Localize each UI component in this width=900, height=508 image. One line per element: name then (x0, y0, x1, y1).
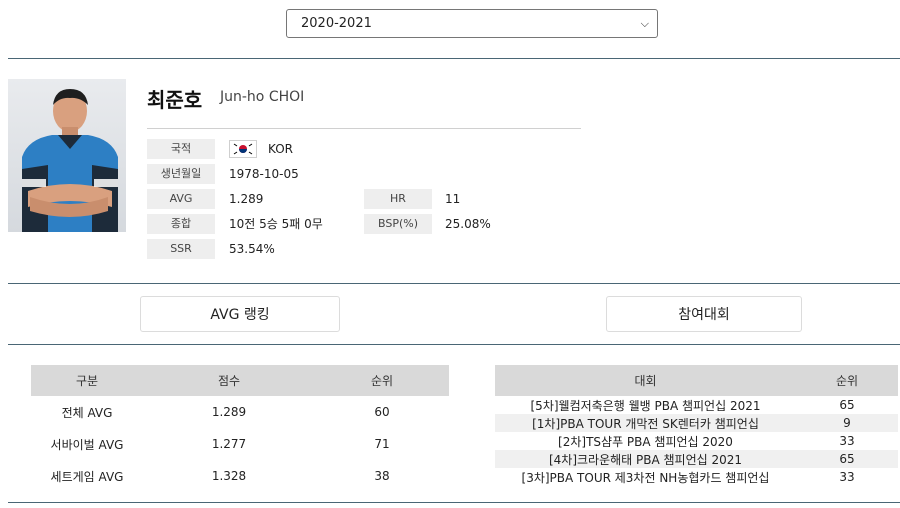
tournament-name[interactable]: [5차]웰컴저축은행 웰뱅 PBA 챔피언십 2021 (495, 396, 796, 414)
player-name-korean: 최준호 (147, 88, 203, 112)
birth-label: 생년월일 (147, 164, 215, 184)
nationality-label: 국적 (147, 139, 215, 159)
tournament-rank: 65 (839, 398, 855, 412)
table-row: 서바이벌 AVG 1.277 71 (31, 428, 449, 460)
column-header: 점수 (143, 365, 315, 396)
avg-value: 1.289 (229, 192, 264, 206)
tournament-name[interactable]: [4차]크라운해태 PBA 챔피언십 2021 (495, 450, 796, 468)
divider (8, 283, 900, 284)
table-row[interactable]: [4차]크라운해태 PBA 챔피언십 2021 65 (495, 450, 898, 468)
avg-label: AVG (147, 189, 215, 209)
bsp-value: 25.08% (445, 217, 491, 231)
table-row[interactable]: [5차]웰컴저축은행 웰뱅 PBA 챔피언십 2021 65 (495, 396, 898, 414)
record-label: 종합 (147, 214, 215, 234)
avg-ranking-table: 구분 점수 순위 전체 AVG 1.289 60 서바이벌 AVG 1.277 … (31, 365, 449, 492)
tournament-name[interactable]: [3차]PBA TOUR 제3차전 NH농협카드 챔피언십 (495, 468, 796, 486)
record-value: 10전 5승 5패 0무 (229, 217, 323, 231)
table-cell: 서바이벌 AVG (50, 437, 124, 452)
birth-value: 1978-10-05 (229, 167, 299, 181)
bsp-label: BSP(%) (364, 214, 432, 234)
korea-flag-icon (229, 140, 257, 158)
column-header: 순위 (796, 365, 898, 396)
table-header-row: 대회 순위 (495, 365, 898, 396)
table-cell: 1.328 (211, 469, 247, 483)
divider (8, 502, 900, 503)
column-header: 순위 (315, 365, 449, 396)
season-select[interactable]: 2020-2021 ⌵ (286, 9, 658, 38)
tournament-rank: 9 (796, 414, 898, 432)
column-header: 대회 (495, 365, 796, 396)
hr-label: HR (364, 189, 432, 209)
tournament-rank: 33 (839, 434, 855, 448)
table-row[interactable]: [1차]PBA TOUR 개막전 SK렌터카 챔피언십 9 (495, 414, 898, 432)
table-cell: 세트게임 AVG (50, 469, 124, 484)
table-row: 세트게임 AVG 1.328 38 (31, 460, 449, 492)
table-row: 전체 AVG 1.289 60 (31, 396, 449, 428)
table-header-row: 구분 점수 순위 (31, 365, 449, 396)
player-photo (8, 79, 126, 232)
table-cell: 71 (374, 437, 390, 451)
tournament-rank: 33 (839, 470, 855, 484)
table-cell: 전체 AVG (61, 405, 113, 420)
player-name-english: Jun-ho CHOI (220, 89, 305, 105)
name-underline (147, 128, 581, 129)
table-cell: 1.289 (211, 405, 247, 419)
tab-avg-ranking[interactable]: AVG 랭킹 (140, 296, 340, 332)
table-row[interactable]: [2차]TS샴푸 PBA 챔피언십 2020 33 (495, 432, 898, 450)
tournament-rank: 65 (796, 450, 898, 468)
tournament-name[interactable]: [2차]TS샴푸 PBA 챔피언십 2020 (495, 432, 796, 450)
tournament-name[interactable]: [1차]PBA TOUR 개막전 SK렌터카 챔피언십 (495, 414, 796, 432)
season-select-value: 2020-2021 (301, 16, 372, 31)
tournament-table: 대회 순위 [5차]웰컴저축은행 웰뱅 PBA 챔피언십 2021 65 [1차… (495, 365, 898, 486)
divider (8, 344, 900, 345)
nationality-value: KOR (268, 142, 293, 156)
chevron-down-icon: ⌵ (640, 17, 649, 30)
table-cell: 38 (374, 469, 390, 483)
tab-tournaments[interactable]: 참여대회 (606, 296, 802, 332)
column-header: 구분 (31, 365, 143, 396)
ssr-label: SSR (147, 239, 215, 259)
divider (8, 58, 900, 59)
table-row[interactable]: [3차]PBA TOUR 제3차전 NH농협카드 챔피언십 33 (495, 468, 898, 486)
hr-value: 11 (445, 192, 461, 206)
table-cell: 60 (374, 405, 390, 419)
ssr-value: 53.54% (229, 242, 275, 256)
table-cell: 1.277 (211, 437, 247, 451)
